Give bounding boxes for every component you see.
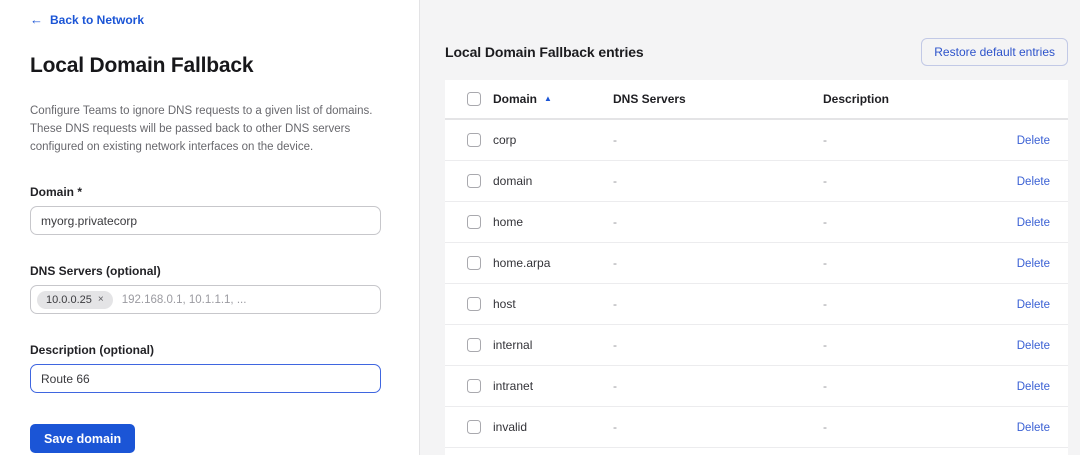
table-row: intranet - - Delete: [445, 366, 1068, 407]
row-description: -: [823, 256, 994, 270]
chip-remove-icon[interactable]: ×: [98, 295, 104, 305]
row-description: -: [823, 297, 994, 311]
row-checkbox[interactable]: [467, 338, 481, 352]
row-delete-link[interactable]: Delete: [1017, 135, 1050, 147]
row-delete-link[interactable]: Delete: [1017, 258, 1050, 270]
row-delete-link[interactable]: Delete: [1017, 176, 1050, 188]
dns-server-chip-value: 10.0.0.25: [46, 294, 92, 306]
row-checkbox[interactable]: [467, 420, 481, 434]
entries-table: Domain ▲ DNS Servers Description corp - …: [445, 80, 1068, 455]
back-to-network-link[interactable]: ← Back to Network: [30, 12, 144, 27]
row-description: -: [823, 379, 994, 393]
table-row: corp - - Delete: [445, 120, 1068, 161]
entries-panel: Local Domain Fallback entries Restore de…: [420, 0, 1080, 455]
row-description: -: [823, 215, 994, 229]
row-dns-servers: -: [613, 133, 823, 147]
table-row: home.arpa - - Delete: [445, 243, 1068, 284]
row-checkbox[interactable]: [467, 297, 481, 311]
row-domain: domain: [493, 174, 613, 188]
row-dns-servers: -: [613, 338, 823, 352]
page-title: Local Domain Fallback: [30, 54, 381, 78]
select-all-checkbox[interactable]: [467, 92, 481, 106]
table-body: corp - - Delete domain - - Delete home -…: [445, 120, 1068, 448]
dns-server-chip: 10.0.0.25 ×: [37, 291, 113, 309]
row-dns-servers: -: [613, 420, 823, 434]
table-row: internal - - Delete: [445, 325, 1068, 366]
row-checkbox[interactable]: [467, 379, 481, 393]
row-domain: invalid: [493, 420, 613, 434]
row-description: -: [823, 133, 994, 147]
restore-default-entries-button[interactable]: Restore default entries: [921, 38, 1068, 66]
row-delete-link[interactable]: Delete: [1017, 299, 1050, 311]
column-header-description: Description: [823, 92, 994, 106]
domain-label: Domain *: [30, 185, 381, 199]
description-label: Description (optional): [30, 343, 381, 357]
page-description: Configure Teams to ignore DNS requests t…: [30, 103, 381, 156]
row-domain: home: [493, 215, 613, 229]
row-dns-servers: -: [613, 379, 823, 393]
sort-ascending-icon: ▲: [544, 95, 552, 103]
dns-servers-placeholder: 192.168.0.1, 10.1.1.1, ...: [122, 294, 247, 306]
entries-title: Local Domain Fallback entries: [445, 44, 644, 60]
table-next-row-partial: [445, 448, 1068, 455]
row-checkbox[interactable]: [467, 256, 481, 270]
row-description: -: [823, 338, 994, 352]
table-header-row: Domain ▲ DNS Servers Description: [445, 80, 1068, 120]
description-input[interactable]: [30, 364, 381, 393]
table-row: host - - Delete: [445, 284, 1068, 325]
row-dns-servers: -: [613, 256, 823, 270]
column-header-dns-servers: DNS Servers: [613, 92, 823, 106]
row-description: -: [823, 420, 994, 434]
row-domain: internal: [493, 338, 613, 352]
row-delete-link[interactable]: Delete: [1017, 381, 1050, 393]
row-checkbox[interactable]: [467, 174, 481, 188]
entries-panel-header: Local Domain Fallback entries Restore de…: [445, 38, 1068, 66]
back-link-label: Back to Network: [50, 13, 144, 27]
row-dns-servers: -: [613, 174, 823, 188]
row-description: -: [823, 174, 994, 188]
column-header-domain-label: Domain: [493, 92, 537, 106]
row-delete-link[interactable]: Delete: [1017, 422, 1050, 434]
dns-servers-input[interactable]: 10.0.0.25 × 192.168.0.1, 10.1.1.1, ...: [30, 285, 381, 314]
row-domain: corp: [493, 133, 613, 147]
row-checkbox[interactable]: [467, 215, 481, 229]
row-dns-servers: -: [613, 297, 823, 311]
domain-input[interactable]: [30, 206, 381, 235]
table-row: invalid - - Delete: [445, 407, 1068, 448]
row-domain: intranet: [493, 379, 613, 393]
row-delete-link[interactable]: Delete: [1017, 217, 1050, 229]
dns-servers-label: DNS Servers (optional): [30, 264, 381, 278]
row-domain: home.arpa: [493, 256, 613, 270]
back-arrow-icon: ←: [30, 12, 43, 27]
save-domain-button[interactable]: Save domain: [30, 424, 135, 453]
table-row: home - - Delete: [445, 202, 1068, 243]
column-header-domain[interactable]: Domain ▲: [493, 92, 613, 106]
row-domain: host: [493, 297, 613, 311]
form-panel: ← Back to Network Local Domain Fallback …: [0, 0, 420, 455]
row-checkbox[interactable]: [467, 133, 481, 147]
row-dns-servers: -: [613, 215, 823, 229]
table-row: domain - - Delete: [445, 161, 1068, 202]
row-delete-link[interactable]: Delete: [1017, 340, 1050, 352]
